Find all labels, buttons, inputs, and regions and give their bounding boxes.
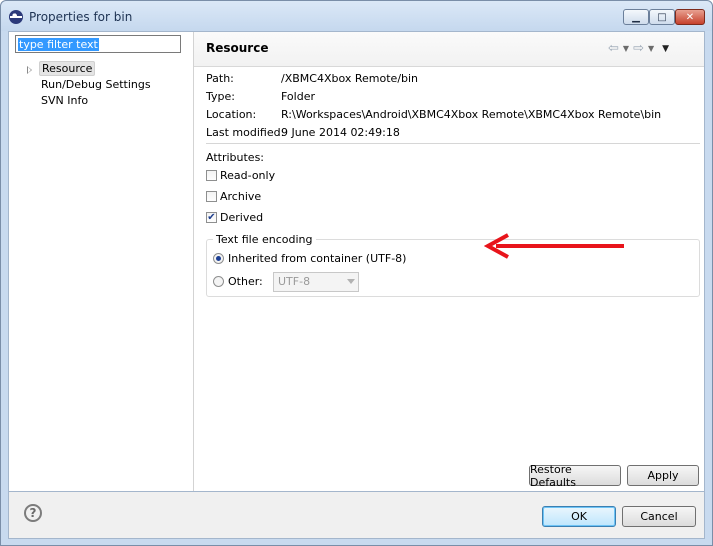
archive-checkbox-label[interactable]: Archive (220, 190, 261, 203)
page-navigation: ⇦ ▼ ⇨ ▼ ▼ (608, 41, 669, 56)
restore-defaults-button[interactable]: Restore Defaults (529, 463, 621, 489)
encoding-select[interactable]: UTF-8 (273, 272, 359, 292)
attributes-label: Attributes: (206, 151, 265, 164)
forward-dropdown-icon[interactable]: ▼ (648, 44, 654, 53)
properties-dialog: Properties for bin ▁ □ ✕ type filter tex… (0, 0, 713, 546)
forward-arrow-icon[interactable]: ⇨ (633, 41, 644, 56)
separator (206, 143, 700, 144)
location-label: Location: (206, 108, 257, 121)
minimize-icon: ▁ (632, 11, 640, 23)
tree-item-svn-info[interactable]: SVN Info (39, 93, 90, 108)
minimize-button[interactable]: ▁ (623, 9, 649, 25)
inherited-encoding-radio[interactable]: Inherited from container (UTF-8) (213, 252, 406, 265)
checkmark-icon: ✔ (207, 211, 216, 223)
derived-checkbox[interactable]: ✔ Derived (206, 211, 263, 224)
last-modified-value: 9 June 2014 02:49:18 (281, 126, 400, 139)
close-button[interactable]: ✕ (675, 9, 705, 25)
annotation-arrow (484, 233, 624, 259)
other-encoding-radio[interactable]: Other: (213, 275, 263, 288)
readonly-checkbox[interactable]: Read-only (206, 169, 275, 182)
filter-input[interactable]: type filter text (15, 35, 181, 53)
derived-checkbox-label[interactable]: Derived (220, 211, 263, 224)
navigation-pane: type filter text Resource Run/Debug Sett… (9, 32, 194, 491)
close-icon: ✕ (685, 11, 695, 23)
encoding-select-value: UTF-8 (278, 275, 311, 288)
apply-button[interactable]: Apply (627, 465, 699, 486)
maximize-icon: □ (657, 11, 667, 23)
last-modified-label: Last modified: (206, 126, 285, 139)
derived-checkbox-box[interactable]: ✔ (206, 212, 217, 223)
title-bar[interactable]: Properties for bin ▁ □ ✕ (1, 1, 712, 31)
inherited-radio-dot[interactable] (213, 253, 224, 264)
view-menu-icon[interactable]: ▼ (662, 44, 669, 54)
maximize-button[interactable]: □ (649, 9, 675, 25)
expand-arrow-icon[interactable] (27, 66, 32, 74)
path-label: Path: (206, 72, 234, 85)
ok-button[interactable]: OK (542, 506, 616, 527)
type-label: Type: (206, 90, 235, 103)
eclipse-icon (9, 10, 23, 24)
readonly-checkbox-box[interactable] (206, 170, 217, 181)
location-value: R:\Workspaces\Android\XBMC4Xbox Remote\X… (281, 108, 662, 121)
other-encoding-label[interactable]: Other: (228, 275, 263, 288)
type-value: Folder (281, 90, 315, 103)
filter-text: type filter text (18, 38, 99, 51)
page-title: Resource (206, 41, 269, 55)
archive-checkbox-box[interactable] (206, 191, 217, 202)
back-dropdown-icon[interactable]: ▼ (623, 44, 629, 53)
cancel-button[interactable]: Cancel (622, 506, 696, 527)
dialog-content: type filter text Resource Run/Debug Sett… (8, 31, 705, 492)
path-value: /XBMC4Xbox Remote/bin (281, 72, 419, 85)
property-page: Resource ⇦ ▼ ⇨ ▼ ▼ Path: /XBMC4Xbox Remo… (194, 32, 704, 491)
tree-item-resource[interactable]: Resource (39, 61, 96, 76)
encoding-group-title: Text file encoding (213, 233, 316, 246)
back-arrow-icon[interactable]: ⇦ (608, 41, 619, 56)
help-icon[interactable]: ? (24, 504, 42, 522)
page-header: Resource ⇦ ▼ ⇨ ▼ ▼ (194, 32, 704, 67)
inherited-encoding-label[interactable]: Inherited from container (UTF-8) (228, 252, 406, 265)
chevron-down-icon (347, 279, 355, 284)
tree-item-run-debug-settings[interactable]: Run/Debug Settings (39, 77, 153, 92)
other-radio-dot[interactable] (213, 276, 224, 287)
archive-checkbox[interactable]: Archive (206, 190, 261, 203)
readonly-checkbox-label[interactable]: Read-only (220, 169, 275, 182)
window-title: Properties for bin (29, 10, 133, 24)
dialog-button-bar: ? OK Cancel (8, 492, 705, 539)
